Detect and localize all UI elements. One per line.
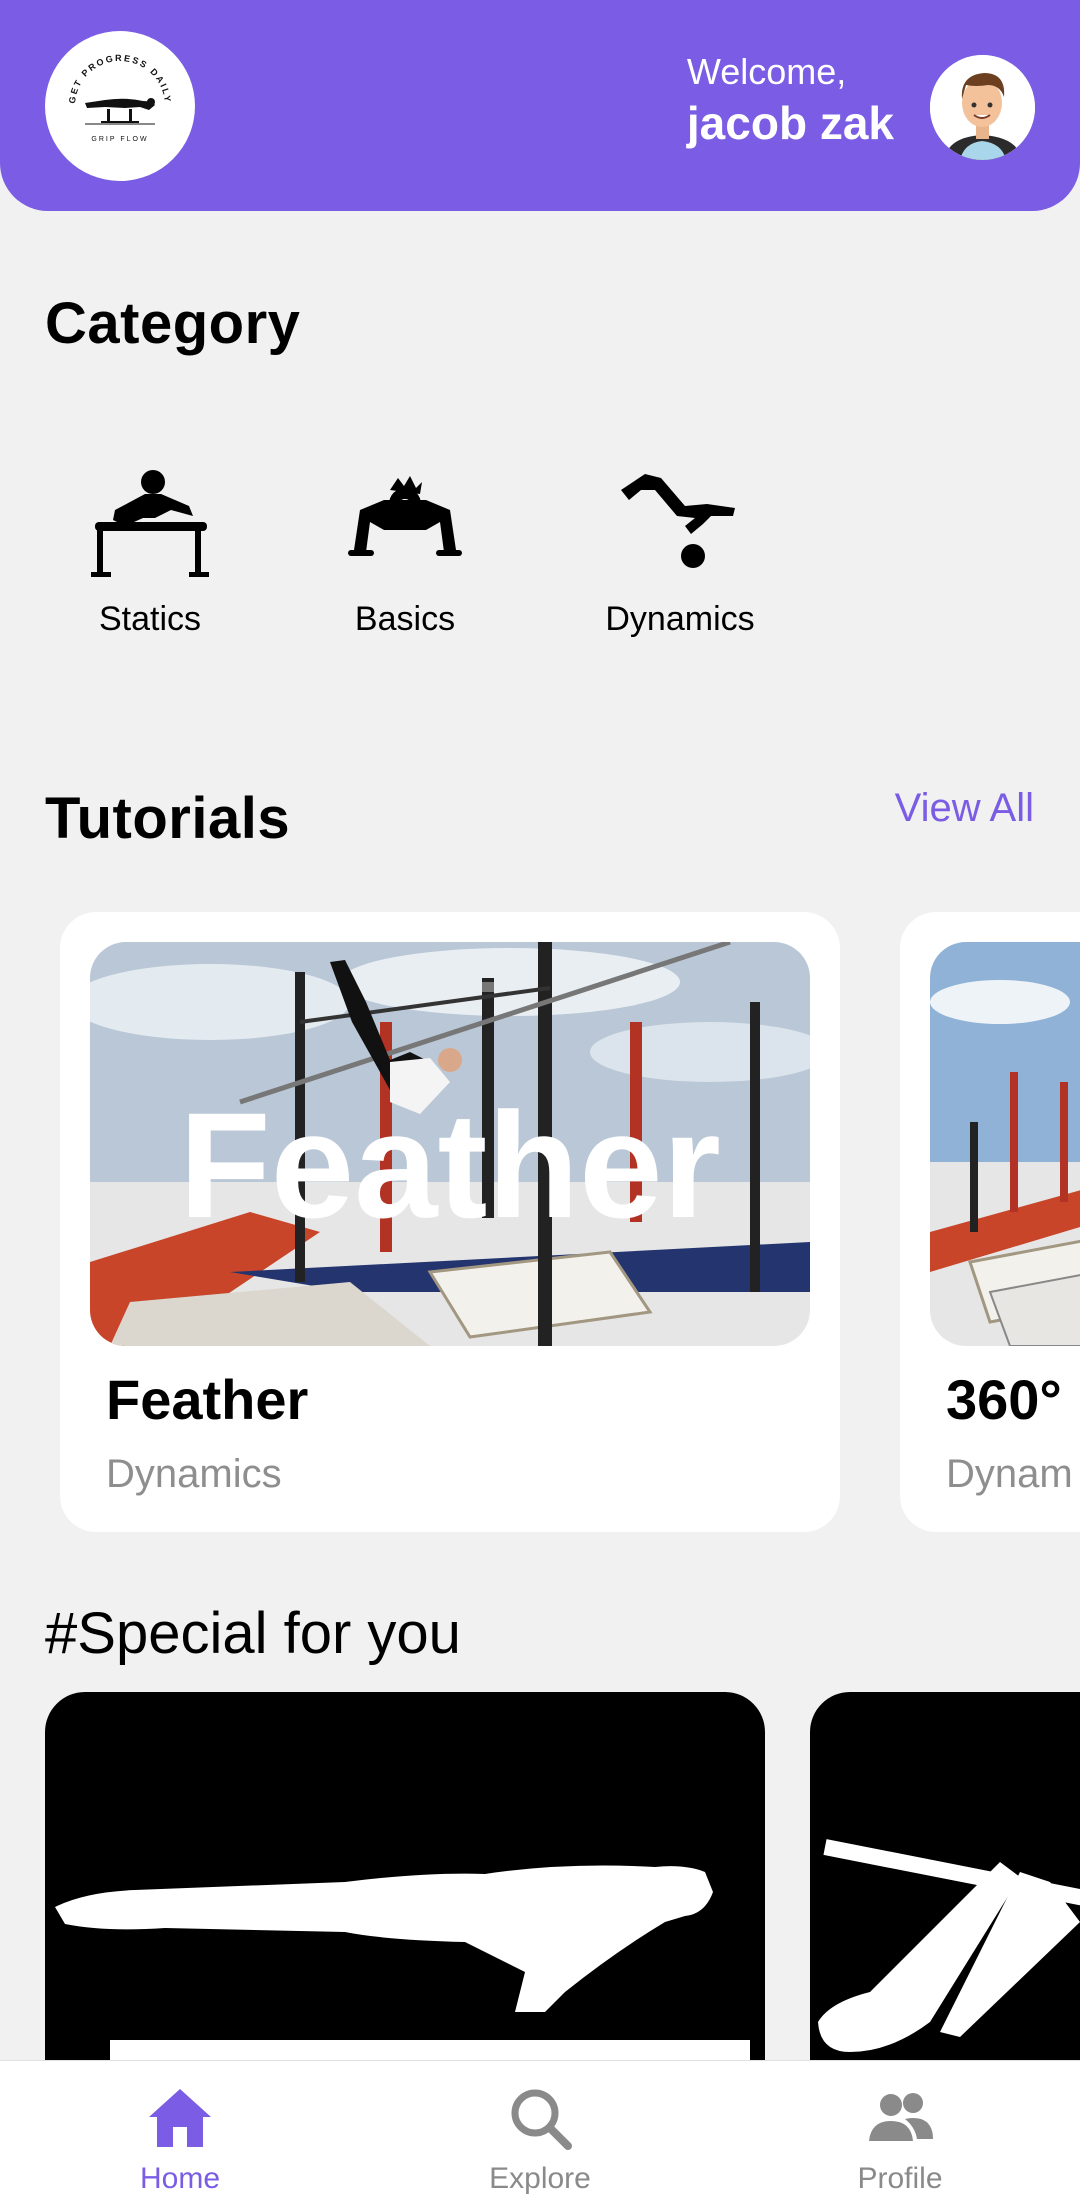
statics-icon xyxy=(91,470,209,577)
special-card-planche[interactable] xyxy=(45,1692,765,2112)
avatar[interactable] xyxy=(930,55,1035,160)
category-label: Basics xyxy=(354,600,456,638)
tutorial-title: Feather xyxy=(106,1368,309,1431)
special-title: #Special for you xyxy=(45,1601,461,1666)
app-logo[interactable]: GET PROGRESS DAILY GRIP FLOW xyxy=(45,31,195,181)
tutorial-card-360[interactable]: 360° Dynam xyxy=(900,912,1080,1532)
search-icon xyxy=(511,2089,572,2150)
nav-home[interactable]: Home xyxy=(80,2083,280,2196)
category-statics[interactable]: Statics xyxy=(80,460,220,639)
tutorial-thumbnail xyxy=(930,942,1080,1346)
category-label: Statics xyxy=(98,600,202,638)
logo-text-top: GET PROGRESS DAILY xyxy=(67,53,171,104)
thumbnail-title-text: Feather xyxy=(179,1081,721,1249)
logo-graphic: GET PROGRESS DAILY GRIP FLOW xyxy=(67,53,173,143)
bottom-navigation: Home Explore Profile xyxy=(0,2060,1080,2208)
logo-text-bottom: GRIP FLOW xyxy=(91,136,148,143)
category-dynamics[interactable]: Dynamics xyxy=(595,460,765,639)
planche-silhouette xyxy=(55,1865,750,2060)
home-icon xyxy=(149,2089,211,2147)
view-all-link[interactable]: View All xyxy=(895,786,1034,831)
basics-icon xyxy=(348,476,462,556)
dynamics-icon xyxy=(621,474,735,568)
tutorial-title: 360° xyxy=(946,1368,1062,1431)
special-card-bar[interactable] xyxy=(810,1692,1080,2112)
profile-icon xyxy=(869,2093,933,2141)
category-basics[interactable]: Basics xyxy=(335,460,475,639)
tutorial-category: Dynam xyxy=(946,1452,1073,1496)
category-title: Category xyxy=(45,291,301,356)
nav-label: Home xyxy=(139,2162,221,2195)
nav-explore[interactable]: Explore xyxy=(440,2083,640,2196)
tutorial-category: Dynamics xyxy=(106,1452,282,1496)
category-label: Dynamics xyxy=(605,600,755,638)
welcome-label: Welcome, xyxy=(686,51,847,92)
tutorial-card-feather[interactable]: Feather Feather Dynamics xyxy=(60,912,840,1532)
nav-label: Profile xyxy=(857,2162,943,2195)
nav-profile[interactable]: Profile xyxy=(800,2083,1000,2196)
nav-label: Explore xyxy=(489,2162,591,2195)
tutorial-thumbnail: Feather xyxy=(90,942,810,1346)
user-name: jacob zak xyxy=(686,97,894,149)
bar-silhouette xyxy=(818,1839,1080,2052)
app-header: GET PROGRESS DAILY GRIP FLOW Welcome, ja… xyxy=(0,0,1080,211)
svg-text:GET PROGRESS DAILY: GET PROGRESS DAILY xyxy=(67,53,173,104)
welcome-block: Welcome, jacob zak xyxy=(687,50,894,152)
avatar-illustration xyxy=(930,55,1035,160)
tutorials-title: Tutorials xyxy=(45,786,291,851)
